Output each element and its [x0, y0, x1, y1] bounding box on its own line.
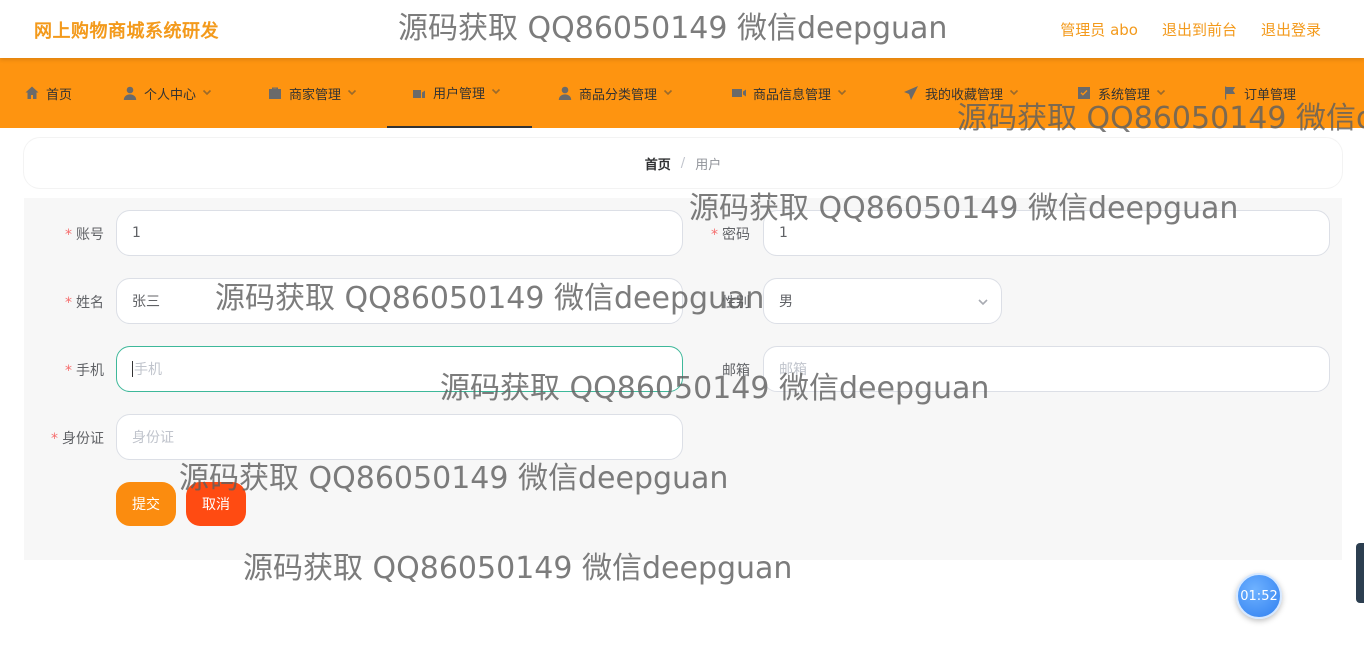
password-label: * 密码	[711, 227, 750, 243]
nav-item-label: 商家管理	[289, 87, 342, 103]
user-form: * 账号 1 * 密码 1 * 姓名 张三 性别 男 * 手机 手机 邮箱 邮箱 * 身份…	[24, 198, 1342, 560]
header-links: 管理员 abo 退出到前台 退出登录	[1060, 19, 1321, 40]
chevron-down-icon	[663, 86, 673, 101]
nav-item-label: 首页	[46, 87, 73, 103]
nav-item-merchant-mgmt[interactable]: 商家管理	[267, 58, 357, 128]
name-input[interactable]: 张三	[116, 278, 683, 324]
account-input[interactable]: 1	[116, 210, 683, 256]
video-icon	[731, 85, 747, 101]
phone-input[interactable]: 手机	[116, 346, 683, 392]
nav-item-label: 我的收藏管理	[925, 87, 1004, 103]
phone-label: * 手机	[65, 363, 104, 379]
id-card-input[interactable]: 身份证	[116, 414, 683, 460]
nav-item-label: 用户管理	[433, 86, 486, 102]
chevron-down-icon	[1156, 86, 1166, 101]
text-caret	[132, 361, 133, 377]
nav-item-order-mgmt[interactable]: 订单管理	[1222, 58, 1296, 128]
nav-item-home[interactable]: 首页	[24, 58, 72, 128]
gender-select[interactable]: 男	[763, 278, 1002, 324]
submit-button[interactable]: 提交	[116, 482, 176, 526]
breadcrumb: 首页 / 用户	[24, 138, 1342, 188]
nav-item-label: 商品信息管理	[753, 87, 832, 103]
account-label: * 账号	[65, 227, 104, 243]
app-brand: 网上购物商城系统研发	[34, 21, 219, 42]
id-card-label: * 身份证	[51, 431, 104, 447]
breadcrumb-home-link[interactable]: 首页	[645, 154, 671, 173]
settings-icon	[1076, 85, 1092, 101]
email-label: 邮箱	[722, 363, 750, 379]
breadcrumb-separator: /	[680, 155, 686, 171]
users-icon	[411, 84, 427, 100]
side-panel-handle[interactable]	[1356, 543, 1364, 603]
nav-item-system-mgmt[interactable]: 系统管理	[1076, 58, 1166, 128]
user-icon	[122, 85, 138, 101]
cancel-button[interactable]: 取消	[186, 482, 246, 526]
chevron-down-icon	[491, 85, 501, 100]
flag-icon	[1222, 85, 1238, 101]
main-nav: 首页 个人中心 商家管理 用户管理 商品分类管理 商品信息管理 我的收藏管理 系…	[0, 58, 1364, 128]
chevron-down-icon	[202, 86, 212, 101]
nav-item-favorites-mgmt[interactable]: 我的收藏管理	[903, 58, 1019, 128]
nav-item-label: 订单管理	[1244, 87, 1297, 103]
logout-link[interactable]: 退出登录	[1261, 19, 1321, 40]
chevron-down-icon	[977, 296, 989, 312]
nav-item-user-mgmt[interactable]: 用户管理	[387, 58, 532, 128]
nav-item-category-mgmt[interactable]: 商品分类管理	[557, 58, 673, 128]
nav-item-product-mgmt[interactable]: 商品信息管理	[731, 58, 847, 128]
nav-item-label: 个人中心	[144, 87, 197, 103]
gender-label: 性别	[722, 295, 750, 311]
top-header: 网上购物商城系统研发 管理员 abo 退出到前台 退出登录	[0, 0, 1364, 58]
nav-item-label: 商品分类管理	[579, 87, 658, 103]
breadcrumb-current: 用户	[695, 157, 722, 173]
chevron-down-icon	[347, 86, 357, 101]
recording-timer[interactable]: 01:52	[1236, 573, 1282, 619]
chevron-down-icon	[837, 86, 847, 101]
exit-to-frontend-link[interactable]: 退出到前台	[1162, 19, 1237, 40]
name-label: * 姓名	[65, 295, 104, 311]
email-input[interactable]: 邮箱	[763, 346, 1330, 392]
admin-user-link[interactable]: 管理员 abo	[1060, 19, 1138, 40]
app-root: 网上购物商城系统研发 管理员 abo 退出到前台 退出登录 首页 个人中心 商家…	[0, 0, 1364, 654]
send-icon	[903, 85, 919, 101]
password-input[interactable]: 1	[763, 210, 1330, 256]
user-icon	[557, 85, 573, 101]
chevron-down-icon	[1009, 86, 1019, 101]
nav-item-personal-center[interactable]: 个人中心	[122, 58, 212, 128]
nav-item-label: 系统管理	[1098, 87, 1151, 103]
home-icon	[24, 85, 40, 101]
shop-icon	[267, 85, 283, 101]
